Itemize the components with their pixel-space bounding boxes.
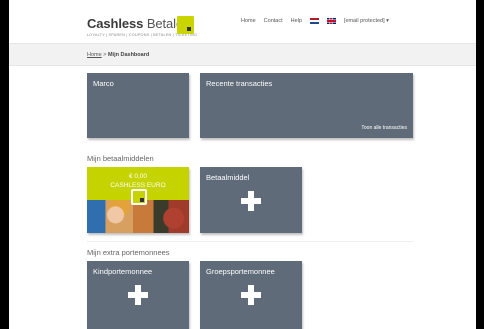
plus-icon — [128, 285, 148, 305]
kids-wallet-title: Kindportemonnee — [93, 267, 153, 276]
add-payment-method-title: Betaalmiddel — [206, 173, 250, 182]
add-payment-method-tile[interactable]: Betaalmiddel — [200, 167, 302, 233]
cashless-logo-icon — [131, 189, 147, 205]
nav-help-link[interactable]: Help — [291, 18, 302, 24]
user-tile[interactable]: Marco — [87, 73, 189, 138]
breadcrumb-bar: Home > Mijn Dashboard — [9, 43, 476, 66]
page: Cashless Betalen LOYALTY | SPAREN | COUP… — [9, 0, 476, 329]
group-wallet-title: Groepsportemonnee — [206, 267, 275, 276]
card-label: CASHLESS EURO — [110, 182, 166, 189]
nav-home-link[interactable]: Home — [241, 18, 256, 24]
transactions-tile[interactable]: Recente transacties Toon alle transactie… — [200, 73, 413, 138]
group-wallet-tile[interactable]: Groepsportemonnee — [200, 261, 302, 329]
card-amount: € 0,00 — [128, 173, 148, 180]
nav-contact-link[interactable]: Contact — [264, 18, 283, 24]
extra-wallets-heading: Mijn extra portemonnees — [87, 248, 170, 257]
user-email: [email protected] — [343, 18, 385, 24]
kids-wallet-tile[interactable]: Kindportemonnee — [87, 261, 189, 329]
payment-methods-heading: Mijn betaalmiddelen — [87, 154, 154, 163]
user-tile-title: Marco — [93, 79, 114, 88]
flag-uk-icon[interactable] — [326, 18, 336, 24]
breadcrumb-home-link[interactable]: Home — [87, 52, 102, 58]
transactions-tile-title: Recente transacties — [206, 79, 273, 88]
show-all-transactions-link[interactable]: Toon alle transacties — [361, 125, 407, 131]
top-navigation: Home Contact Help [email protected] ▾ — [241, 18, 389, 24]
user-menu[interactable]: [email protected] ▾ — [344, 18, 389, 24]
cashless-euro-card[interactable]: € 0,00 CASHLESS EURO — [87, 167, 189, 233]
breadcrumb: Home > Mijn Dashboard — [87, 52, 149, 58]
plus-icon — [241, 191, 261, 211]
plus-icon — [241, 285, 261, 305]
flag-nl-icon[interactable] — [309, 18, 319, 24]
logo-mark-icon — [177, 16, 194, 34]
breadcrumb-current: Mijn Dashboard — [107, 52, 150, 58]
section-divider — [87, 241, 413, 242]
window-edge-right — [476, 0, 484, 329]
breadcrumb-separator: > — [103, 52, 107, 58]
window-edge-left — [0, 0, 9, 329]
caret-down-icon: ▾ — [386, 18, 389, 24]
